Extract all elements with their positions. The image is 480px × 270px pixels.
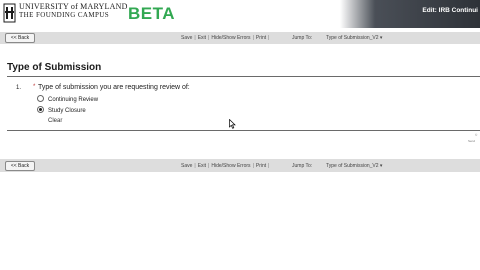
hide-show-errors-link[interactable]: Hide/Show Errors [211, 35, 250, 41]
clear-link[interactable]: Clear [48, 118, 62, 124]
university-name: UNIVERSITY of MARYLAND THE FOUNDING CAMP… [19, 2, 128, 20]
print-link[interactable]: Print [256, 163, 266, 169]
save-link[interactable]: Save [181, 163, 192, 169]
question-text: Type of submission you are requesting re… [38, 84, 190, 91]
required-marker: * [33, 84, 36, 90]
jump-to-label: Jump To: [292, 163, 313, 169]
option-label: Continuing Review [48, 97, 99, 103]
separator: | [252, 163, 254, 169]
send-mark: Send [468, 139, 476, 143]
copyright-mark: © [475, 133, 478, 137]
header-title-bar: Edit: IRB Continui [340, 0, 480, 28]
radio-icon[interactable] [37, 106, 44, 113]
save-link[interactable]: Save [181, 35, 192, 41]
beta-badge: BETA [128, 4, 176, 23]
separator: | [194, 35, 196, 41]
exit-link[interactable]: Exit [198, 35, 206, 41]
mouse-cursor-icon [229, 119, 236, 129]
divider [7, 130, 480, 131]
toolbar-bottom: << Back Save | Exit | Hide/Show Errors | Print… [0, 159, 480, 172]
exit-link[interactable]: Exit [198, 163, 206, 169]
separator: | [194, 163, 196, 169]
question-number: 1. [16, 85, 22, 91]
section-title: Type of Submission [7, 62, 102, 73]
toolbar-top: << Back Save | Exit | Hide/Show Errors | Print… [0, 32, 480, 44]
jump-to-select[interactable]: Type of Submission_V2 ▾ [326, 35, 382, 41]
nav-links: Save | Exit | Hide/Show Errors | Print | [181, 163, 271, 169]
jump-to-label: Jump To: [292, 35, 313, 41]
separator: | [268, 35, 270, 41]
separator: | [208, 35, 210, 41]
option-continuing-review[interactable]: Continuing Review [37, 95, 98, 103]
divider [7, 76, 480, 77]
option-label: Study Closure [48, 108, 86, 114]
jump-to-select[interactable]: Type of Submission_V2 ▾ [326, 163, 382, 169]
nav-links: Save | Exit | Hide/Show Errors | Print | [181, 35, 271, 41]
university-line2: THE FOUNDING CAMPUS [19, 11, 110, 19]
radio-icon[interactable] [37, 95, 44, 102]
option-study-closure[interactable]: Study Closure [37, 106, 86, 114]
back-button[interactable]: << Back [5, 33, 35, 43]
university-line1: UNIVERSITY of MARYLAND [19, 2, 128, 11]
hide-show-errors-link[interactable]: Hide/Show Errors [211, 163, 250, 169]
print-link[interactable]: Print [256, 35, 266, 41]
umd-logo-icon [3, 3, 16, 23]
app-header: UNIVERSITY of MARYLAND THE FOUNDING CAMP… [0, 0, 480, 31]
separator: | [208, 163, 210, 169]
page-title: Edit: IRB Continui [422, 7, 478, 14]
separator: | [268, 163, 270, 169]
separator: | [252, 35, 254, 41]
back-button[interactable]: << Back [5, 161, 35, 171]
